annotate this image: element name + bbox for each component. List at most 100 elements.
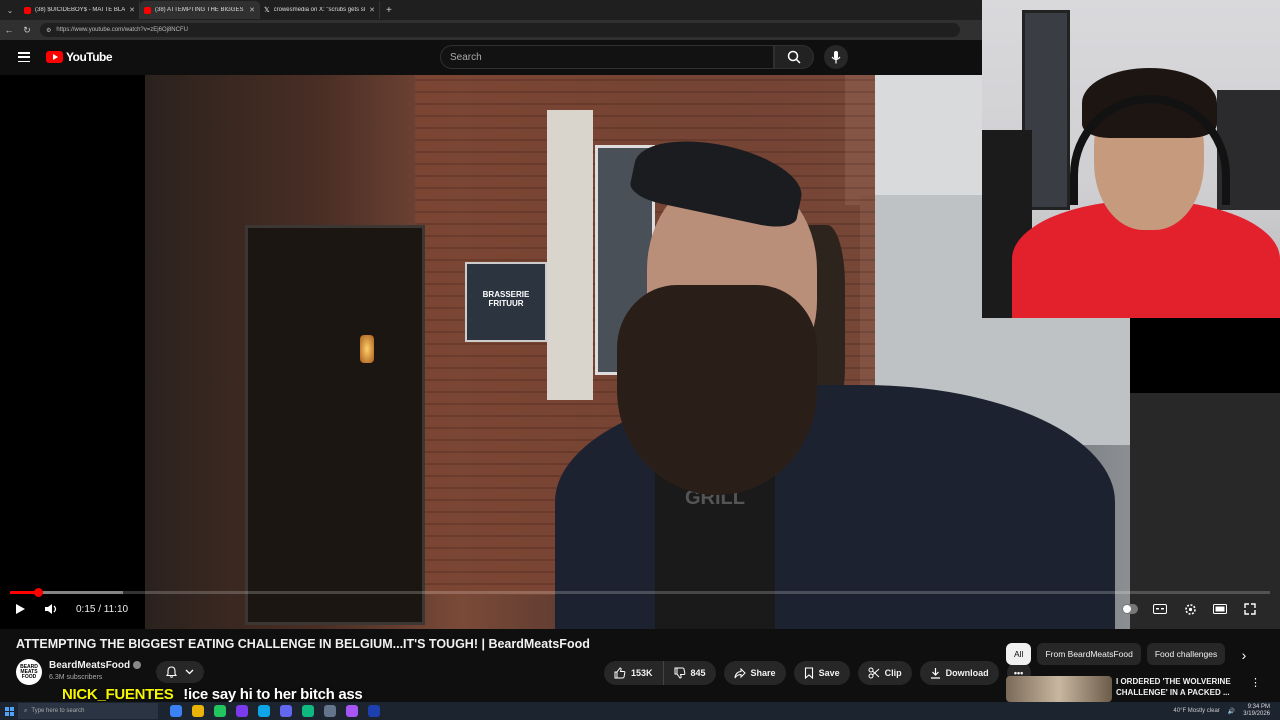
save-button[interactable]: Save — [793, 661, 850, 685]
steam-icon[interactable] — [368, 705, 380, 717]
start-button[interactable] — [0, 706, 18, 716]
thumbs-down-icon — [674, 667, 685, 679]
tab-title: (38) ATTEMPTING THE BIGGEST EATING — [155, 7, 246, 13]
volume-icon[interactable] — [44, 603, 58, 615]
save-label: Save — [818, 668, 840, 678]
x-icon: 𝕏 — [264, 7, 270, 14]
recommended-video[interactable]: I ORDERED 'THE WOLVERINE CHALLENGE' IN A… — [1006, 676, 1274, 702]
spotify-icon[interactable] — [302, 705, 314, 717]
autoplay-toggle[interactable] — [1122, 601, 1138, 617]
video-title: ATTEMPTING THE BIGGEST EATING CHALLENGE … — [16, 637, 590, 651]
url-text: https://www.youtube.com/watch?v=zEj6Oj8N… — [56, 27, 188, 33]
file-explorer-icon[interactable] — [192, 705, 204, 717]
edge-icon[interactable] — [258, 705, 270, 717]
like-count: 153K — [631, 668, 653, 678]
youtube-header: YouTube Search — [0, 40, 982, 76]
search-icon — [787, 50, 801, 64]
youtube-play-icon — [46, 51, 63, 63]
search-button[interactable] — [774, 45, 814, 69]
share-label: Share — [750, 668, 776, 678]
scissors-icon — [868, 667, 879, 679]
tab-list-chevron-icon[interactable]: ⌄ — [0, 6, 20, 15]
notifications-button[interactable] — [156, 661, 204, 683]
windows-taskbar: ⌕ Type here to search 40°F Mostly clear … — [0, 702, 1280, 720]
chat-message: !ice say hi to her bitch ass — [183, 686, 363, 703]
time-display: 0:15 / 11:10 — [76, 603, 129, 615]
theater-mode-icon[interactable] — [1212, 601, 1228, 617]
subscriber-count: 6.3M subscribers — [49, 674, 103, 681]
recommended-title[interactable]: I ORDERED 'THE WOLVERINE CHALLENGE' IN A… — [1116, 676, 1246, 698]
youtube-logo[interactable]: YouTube — [46, 50, 113, 64]
play-icon[interactable] — [14, 603, 26, 615]
more-vertical-icon[interactable]: ⋮ — [1250, 676, 1261, 689]
weather-widget[interactable]: 40°F Mostly clear — [1173, 708, 1219, 714]
stream-chat-overlay: NICK_FUENTES !ice say hi to her bitch as… — [62, 686, 363, 703]
taskbar-search-icon: ⌕ — [24, 707, 28, 714]
browser-tab[interactable]: (38) $UICIDEBOY$ - MATTE BLACK ✕ — [20, 1, 140, 19]
twitch-icon[interactable] — [346, 705, 358, 717]
youtube-icon — [24, 6, 31, 14]
url-field[interactable]: ⚙ https://www.youtube.com/watch?v=zEj6Oj… — [40, 23, 960, 37]
reload-icon[interactable]: ↻ — [22, 25, 32, 36]
like-dislike-group: 153K 845 — [604, 661, 716, 685]
chip-food-challenges[interactable]: Food challenges — [1146, 643, 1226, 665]
hamburger-menu-icon[interactable] — [18, 52, 30, 62]
new-tab-icon[interactable]: + — [380, 5, 398, 16]
chevron-right-icon[interactable]: › — [1236, 647, 1252, 663]
captions-icon[interactable] — [1152, 601, 1168, 617]
app-icon[interactable] — [236, 705, 248, 717]
discord-icon[interactable] — [280, 705, 292, 717]
tab-title: (38) $UICIDEBOY$ - MATTE BLACK — [35, 7, 126, 13]
close-tab-icon[interactable]: ✕ — [249, 6, 255, 14]
browser-tab[interactable]: 𝕏 crowesmedia on X: "scrubs gets sl ✕ — [260, 1, 380, 19]
voice-search-button[interactable] — [824, 45, 848, 69]
scene-gate — [245, 225, 425, 625]
chevron-down-icon — [185, 669, 194, 675]
fullscreen-icon[interactable] — [1242, 601, 1258, 617]
browser-tab-bar: ⌄ (38) $UICIDEBOY$ - MATTE BLACK ✕ (38) … — [0, 0, 982, 20]
site-info-icon[interactable]: ⚙ — [46, 27, 51, 34]
close-tab-icon[interactable]: ✕ — [129, 6, 135, 14]
clock-date: 3/19/2026 — [1243, 711, 1270, 717]
chip-from-channel[interactable]: From BeardMeatsFood — [1037, 643, 1141, 665]
dislike-button[interactable]: 845 — [663, 661, 716, 685]
clip-button[interactable]: Clip — [857, 661, 912, 685]
chat-username: NICK_FUENTES — [62, 686, 174, 703]
clock[interactable]: 9:34 PM 3/19/2026 — [1243, 704, 1270, 718]
download-label: Download — [945, 668, 989, 678]
progress-scrubber[interactable] — [34, 588, 44, 597]
clock-time: 9:34 PM — [1247, 704, 1270, 710]
microphone-icon — [831, 50, 841, 63]
chrome-icon[interactable] — [214, 705, 226, 717]
thumbs-up-icon — [614, 667, 626, 679]
taskbar-search[interactable]: ⌕ Type here to search — [18, 703, 158, 719]
settings-gear-icon[interactable] — [1182, 601, 1198, 617]
share-button[interactable]: Share — [723, 661, 786, 685]
recommended-thumbnail[interactable] — [1006, 676, 1112, 702]
clip-label: Clip — [884, 668, 902, 678]
person-beard — [617, 285, 817, 495]
task-view-icon[interactable] — [170, 705, 182, 717]
search-input[interactable]: Search — [440, 45, 774, 69]
chip-all[interactable]: All — [1006, 643, 1032, 665]
browser-tab-active[interactable]: (38) ATTEMPTING THE BIGGEST EATING ✕ — [140, 1, 260, 19]
progress-bar[interactable] — [10, 588, 1270, 597]
close-tab-icon[interactable]: ✕ — [369, 6, 375, 14]
search-placeholder: Search — [450, 51, 482, 63]
channel-name-text: BeardMeatsFood — [49, 660, 131, 671]
obs-icon[interactable] — [324, 705, 336, 717]
windows-icon — [4, 706, 14, 716]
back-icon[interactable]: ← — [4, 25, 14, 35]
channel-avatar[interactable]: BEARD MEATS FOOD — [16, 659, 42, 685]
volume-tray-icon[interactable]: 🔊 — [1228, 708, 1235, 715]
taskbar-search-placeholder: Type here to search — [31, 708, 85, 714]
controls-right — [1122, 601, 1258, 617]
bell-icon — [166, 666, 177, 678]
video-actions: 153K 845 Share Save Clip Download ••• — [604, 661, 1031, 685]
channel-name[interactable]: BeardMeatsFood — [49, 660, 142, 671]
webcam-overlay — [982, 0, 1280, 318]
dislike-count: 845 — [690, 668, 706, 678]
share-icon — [734, 667, 746, 678]
download-button[interactable]: Download — [919, 661, 999, 685]
like-button[interactable]: 153K — [604, 661, 664, 685]
